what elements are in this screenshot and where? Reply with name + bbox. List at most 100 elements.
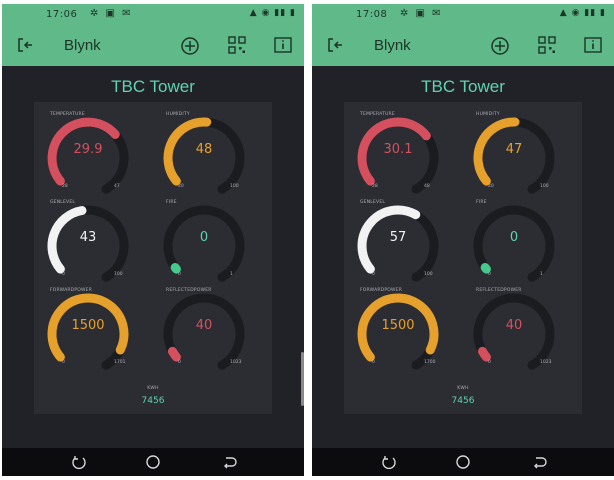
gauge-max: 100 xyxy=(114,272,123,277)
gauge-min: 20 xyxy=(488,184,494,189)
gauge-value: 40 xyxy=(505,318,523,333)
gauge-value: 0 xyxy=(199,230,209,245)
gauge-value: 1500 xyxy=(71,318,105,333)
qr-code-icon[interactable] xyxy=(538,36,556,54)
back-icon[interactable] xyxy=(220,453,238,471)
gauge-value: 40 xyxy=(195,318,213,333)
gauge-value: 1500 xyxy=(381,318,415,333)
status-bar: 17:06 ✲ ▣ ✉ ▲ ◉ ▮▮ ▮ xyxy=(2,4,304,26)
gauge-label: GENLEVEL xyxy=(360,200,386,205)
qr-code-icon[interactable] xyxy=(228,36,246,54)
gauge-reflectedpower[interactable]: REFLECTEDPOWER 40 0 1023 xyxy=(464,282,580,374)
app-bar: Blynk xyxy=(312,26,614,66)
gauge-min: 0 xyxy=(178,272,181,277)
notification-icons: ✲ ▣ ✉ xyxy=(90,8,133,19)
gauge-max: 100 xyxy=(540,184,549,189)
gauge-max: 100 xyxy=(424,272,433,277)
recent-apps-icon[interactable] xyxy=(380,453,398,471)
gauge-fill xyxy=(480,262,491,274)
gauge-label: GENLEVEL xyxy=(50,200,76,205)
back-icon[interactable] xyxy=(530,453,548,471)
gauge-min: 20 xyxy=(178,184,184,189)
gauge-value: 29.9 xyxy=(73,142,103,157)
gauge-forwardpower[interactable]: FORWARDPOWER 1500 0 1700 xyxy=(348,282,464,374)
gauge-label: TEMPERATURE xyxy=(360,112,395,117)
app-title: Blynk xyxy=(374,37,411,54)
status-bar: 17:08 ✲ ▣ ✉ ▲ ◉ ▮▮ ▮ xyxy=(312,4,614,26)
gauge-max: 1023 xyxy=(540,360,552,365)
gauge-value: 43 xyxy=(79,230,97,245)
system-nav-bar xyxy=(2,448,304,476)
gauge-min: 28 xyxy=(62,184,68,189)
kwh-label: KWH xyxy=(147,386,159,391)
gauge-fill xyxy=(477,346,491,362)
gauge-fire[interactable]: FIRE 0 0 1 xyxy=(464,194,580,286)
gauge-label: REFLECTEDPOWER xyxy=(166,288,212,293)
gauge-min: 0 xyxy=(372,272,375,277)
kwh-label: KWH xyxy=(457,386,469,391)
gauge-reflectedpower[interactable]: REFLECTEDPOWER 40 0 1023 xyxy=(154,282,270,374)
gauge-genlevel[interactable]: GENLEVEL 57 0 100 xyxy=(348,194,464,286)
kwh-value: 7456 xyxy=(451,396,475,406)
scroll-handle[interactable] xyxy=(301,352,304,406)
gauge-fill xyxy=(167,346,181,362)
gauge-humidity[interactable]: HUMIDITY 48 20 100 xyxy=(154,106,270,198)
gauge-label: FORWARDPOWER xyxy=(360,288,403,293)
recent-apps-icon[interactable] xyxy=(70,453,88,471)
phone-screen-2: 17:08 ✲ ▣ ✉ ▲ ◉ ▮▮ ▮ Blynk TBC Tower TEM… xyxy=(312,4,614,476)
home-icon[interactable] xyxy=(144,453,162,471)
gauge-forwardpower[interactable]: FORWARDPOWER 1500 0 1701 xyxy=(38,282,154,374)
gauge-min: 0 xyxy=(372,360,375,365)
gauge-temperature[interactable]: TEMPERATURE 30.1 28 48 xyxy=(348,106,464,198)
status-time: 17:08 xyxy=(356,9,388,20)
logout-icon[interactable] xyxy=(326,36,344,54)
gauge-max: 1700 xyxy=(424,360,436,365)
gauge-value: 47 xyxy=(505,142,523,157)
gauge-label: TEMPERATURE xyxy=(50,112,85,117)
gauge-label: FIRE xyxy=(166,200,177,205)
signal-battery-icons: ▲ ◉ ▮▮ ▮ xyxy=(559,8,606,18)
gauge-label: HUMIDITY xyxy=(476,112,500,117)
kwh-value-display: KWH 7456 xyxy=(344,386,582,406)
gauge-humidity[interactable]: HUMIDITY 47 20 100 xyxy=(464,106,580,198)
gauge-max: 1701 xyxy=(114,360,126,365)
gauge-max: 1023 xyxy=(230,360,242,365)
gauge-min: 0 xyxy=(178,360,181,365)
logout-icon[interactable] xyxy=(16,36,34,54)
system-nav-bar xyxy=(312,448,614,476)
gauge-min: 0 xyxy=(62,360,65,365)
app-title: Blynk xyxy=(64,37,101,54)
kwh-value-display: KWH 7456 xyxy=(34,386,272,406)
phone-screen-1: 17:06 ✲ ▣ ✉ ▲ ◉ ▮▮ ▮ Blynk TBC Tower TEM… xyxy=(2,4,304,476)
signal-battery-icons: ▲ ◉ ▮▮ ▮ xyxy=(249,8,296,18)
kwh-value: 7456 xyxy=(141,396,165,406)
gauge-value: 0 xyxy=(509,230,519,245)
gauge-max: 1 xyxy=(230,272,233,277)
gauge-fill xyxy=(170,262,181,274)
gauge-label: HUMIDITY xyxy=(166,112,190,117)
status-time: 17:06 xyxy=(46,9,78,20)
gauge-min: 0 xyxy=(488,272,491,277)
gauge-min: 0 xyxy=(488,360,491,365)
gauge-max: 48 xyxy=(424,184,430,189)
notification-icons: ✲ ▣ ✉ xyxy=(400,8,443,19)
home-icon[interactable] xyxy=(454,453,472,471)
dashboard-title: TBC Tower xyxy=(421,77,505,96)
gauge-value: 57 xyxy=(389,230,407,245)
gauge-genlevel[interactable]: GENLEVEL 43 0 100 xyxy=(38,194,154,286)
app-bar: Blynk xyxy=(2,26,304,66)
gauge-max: 47 xyxy=(114,184,120,189)
gauge-label: FORWARDPOWER xyxy=(50,288,93,293)
widget-panel: TEMPERATURE 30.1 28 48 HUMIDITY 47 20 100 GENLEV… xyxy=(344,102,582,414)
gauge-value: 48 xyxy=(195,142,213,157)
gauge-temperature[interactable]: TEMPERATURE 29.9 28 47 xyxy=(38,106,154,198)
info-icon[interactable] xyxy=(274,37,292,53)
add-widget-icon[interactable] xyxy=(490,36,510,56)
gauge-min: 28 xyxy=(372,184,378,189)
gauge-max: 100 xyxy=(230,184,239,189)
gauge-label: FIRE xyxy=(476,200,487,205)
info-icon[interactable] xyxy=(584,37,602,53)
widget-panel: TEMPERATURE 29.9 28 47 HUMIDITY 48 20 100 GENLEV… xyxy=(34,102,272,414)
add-widget-icon[interactable] xyxy=(180,36,200,56)
gauge-fire[interactable]: FIRE 0 0 1 xyxy=(154,194,270,286)
